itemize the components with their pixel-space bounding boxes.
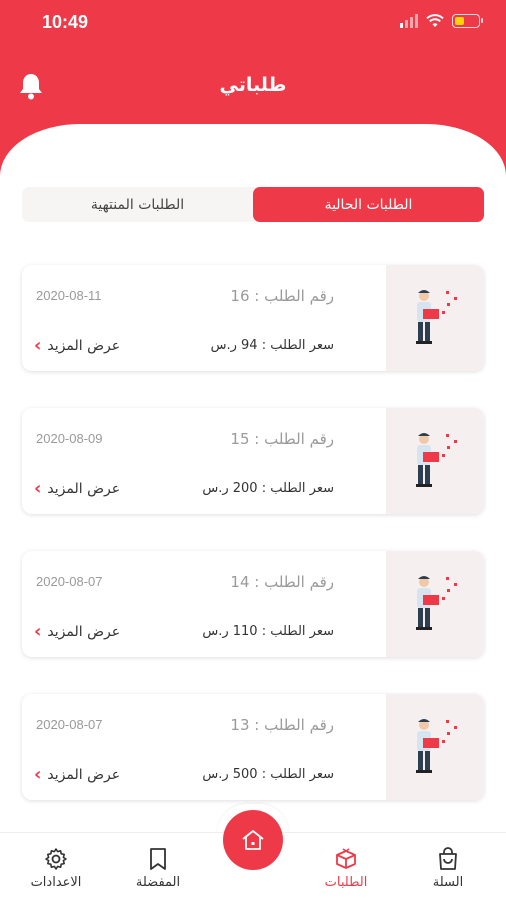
order-date: 2020-08-09 — [36, 431, 103, 446]
nav-cart[interactable]: السلة — [403, 847, 493, 890]
order-price: سعر الطلب : 200 ر.س — [202, 481, 334, 496]
home-button[interactable] — [223, 810, 283, 870]
delivery-illustration — [386, 265, 484, 371]
nav-orders[interactable]: الطلبات — [301, 847, 391, 890]
battery-icon — [452, 14, 483, 28]
status-time: 10:49 — [42, 12, 89, 32]
order-price: سعر الطلب : 110 ر.س — [202, 624, 334, 639]
order-card[interactable]: رقم الطلب : 16 2020-08-11 سعر الطلب : 94… — [22, 265, 484, 371]
delivery-illustration — [386, 551, 484, 657]
order-price: سعر الطلب : 500 ر.س — [202, 767, 334, 782]
chevron-left-icon: ‹ — [34, 478, 42, 499]
wifi-icon — [426, 14, 444, 27]
view-more-label: عرض المزيد — [47, 767, 121, 783]
order-number: رقم الطلب : 15 — [230, 430, 334, 448]
nav-orders-label: الطلبات — [324, 875, 368, 890]
home-icon — [242, 830, 264, 850]
view-more-link[interactable]: ‹ عرض المزيد — [34, 766, 120, 784]
view-more-label: عرض المزيد — [47, 624, 121, 640]
nav-settings[interactable]: الاعدادات — [11, 847, 101, 890]
order-number: رقم الطلب : 13 — [230, 716, 334, 734]
order-card[interactable]: رقم الطلب : 14 2020-08-07 سعر الطلب : 11… — [22, 551, 484, 657]
chevron-left-icon: ‹ — [34, 335, 42, 356]
view-more-link[interactable]: ‹ عرض المزيد — [34, 337, 120, 355]
nav-favorites-label: المفضلة — [135, 875, 181, 890]
order-date: 2020-08-07 — [36, 574, 103, 589]
signal-icon — [400, 14, 418, 28]
nav-favorites[interactable]: المفضلة — [113, 847, 203, 890]
order-date: 2020-08-11 — [36, 288, 102, 303]
delivery-illustration — [386, 408, 484, 514]
nav-settings-label: الاعدادات — [30, 875, 82, 890]
view-more-link[interactable]: ‹ عرض المزيد — [34, 623, 120, 641]
order-number: رقم الطلب : 14 — [230, 573, 334, 591]
order-tabs: الطلبات الحالية الطلبات المنتهية — [22, 187, 484, 222]
box-icon — [336, 848, 356, 869]
delivery-illustration — [386, 694, 484, 800]
order-date: 2020-08-07 — [36, 717, 103, 732]
order-card[interactable]: رقم الطلب : 13 2020-08-07 سعر الطلب : 50… — [22, 694, 484, 800]
shopping-bag-icon — [439, 847, 457, 870]
order-card[interactable]: رقم الطلب : 15 2020-08-09 سعر الطلب : 20… — [22, 408, 484, 514]
order-number: رقم الطلب : 16 — [230, 287, 334, 305]
tab-finished-orders[interactable]: الطلبات المنتهية — [22, 187, 253, 222]
tab-current-orders[interactable]: الطلبات الحالية — [253, 187, 484, 222]
chevron-left-icon: ‹ — [34, 621, 42, 642]
gear-icon — [45, 848, 67, 870]
bookmark-icon — [150, 848, 166, 870]
status-icons — [400, 14, 483, 28]
status-bar: 10:49 — [0, 0, 506, 46]
nav-cart-label: السلة — [432, 875, 464, 890]
chevron-left-icon: ‹ — [34, 764, 42, 785]
view-more-label: عرض المزيد — [47, 338, 121, 354]
page-title: طلباتي — [219, 74, 287, 96]
view-more-label: عرض المزيد — [47, 481, 121, 497]
view-more-link[interactable]: ‹ عرض المزيد — [34, 480, 120, 498]
order-price: سعر الطلب : 94 ر.س — [210, 338, 334, 353]
